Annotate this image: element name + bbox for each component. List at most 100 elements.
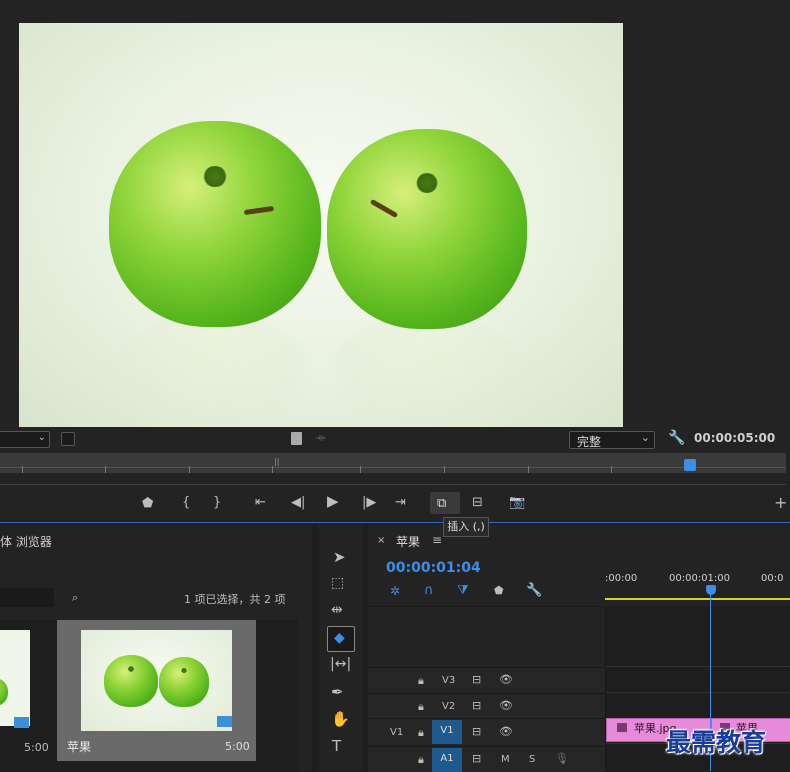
sync-lock-icon[interactable]: ⊟ xyxy=(472,699,481,712)
mark-out-icon[interactable]: } xyxy=(213,496,221,509)
lock-icon[interactable]: 🔒︎ xyxy=(418,753,424,767)
playhead-marker[interactable] xyxy=(684,459,696,471)
sync-lock-icon[interactable]: ⊟ xyxy=(472,752,481,765)
track-target-a1[interactable]: A1 xyxy=(432,748,462,772)
safe-margins-icon[interactable] xyxy=(61,432,75,446)
item-name: 苹果 xyxy=(67,740,92,754)
solo-button[interactable]: S xyxy=(529,754,535,765)
source-track-label[interactable]: V1 xyxy=(390,727,403,738)
overwrite-icon[interactable]: ⊟ xyxy=(472,496,483,509)
track-label: A1 xyxy=(440,753,454,764)
apple-reflection-right xyxy=(327,313,527,427)
export-frame-icon[interactable]: 📷 xyxy=(509,496,525,509)
pen-tool-icon[interactable]: ✒ xyxy=(331,683,344,701)
track-select-icon[interactable]: ⬚ xyxy=(331,575,344,591)
video-frame[interactable] xyxy=(19,23,623,427)
hand-tool-icon[interactable]: ✋ xyxy=(331,710,350,728)
mute-button[interactable]: M xyxy=(501,754,510,765)
track-label: V3 xyxy=(442,675,456,686)
add-marker-icon[interactable]: ⬟ xyxy=(142,497,153,510)
search-input[interactable] xyxy=(0,588,54,607)
playback-resolution-value: 完整 xyxy=(577,435,602,449)
track-a1[interactable]: 🔒︎ A1 ⊟ M S 🎙︎ xyxy=(368,746,605,772)
razor-tool-button[interactable]: ◆ xyxy=(327,626,355,652)
ruler-label: 00:00:01:00 xyxy=(669,573,731,584)
settings-film-icon[interactable] xyxy=(291,432,302,445)
selection-info: 1 项已选择，共 2 项 xyxy=(184,593,286,606)
track-v2[interactable]: 🔒︎ V2 ⊟ 👁︎ xyxy=(368,693,605,718)
lock-icon[interactable]: 🔒︎ xyxy=(418,726,424,740)
panel-menu-icon[interactable]: ≡ xyxy=(432,533,442,547)
tools-panel: ➤ ⬚ ⇹ ◆ |↔| ✒ ✋ T xyxy=(318,524,363,771)
thumbnail-area: 5:00 苹果 5:00 xyxy=(0,620,298,771)
close-icon[interactable]: × xyxy=(377,535,385,546)
image-type-icon xyxy=(217,716,232,727)
apple-left xyxy=(109,121,321,327)
apple-right xyxy=(327,129,527,329)
item-duration: 5:00 xyxy=(24,741,49,754)
mark-in-icon[interactable]: { xyxy=(182,496,190,509)
ripple-edit-icon[interactable]: ⇹ xyxy=(331,602,343,618)
work-area-bar[interactable] xyxy=(605,598,790,600)
duration-timecode: 00:00:05:00 xyxy=(694,431,776,445)
waveform-icon: ⟛ xyxy=(316,431,326,444)
ruler-ticks xyxy=(0,466,786,473)
slip-tool-icon[interactable]: |↔| xyxy=(330,656,351,672)
program-monitor: ⌄ ⟛ 完整 ⌄ 🔧 00:00:05:00 || ⬟ { } ⇤ ◀| ▶ |… xyxy=(0,0,790,537)
add-marker-icon[interactable]: ⬟ xyxy=(494,584,504,597)
watermark: 最需教育 xyxy=(666,728,767,757)
eye-icon[interactable]: 👁︎ xyxy=(499,673,513,686)
eye-icon[interactable]: 👁︎ xyxy=(499,699,513,712)
sync-lock-icon[interactable]: ⊟ xyxy=(472,673,481,686)
step-forward-icon[interactable]: |▶ xyxy=(362,496,376,509)
chevron-down-icon: ⌄ xyxy=(37,432,46,443)
zoom-select[interactable]: ⌄ xyxy=(0,431,50,448)
apple-reflection-left xyxy=(107,313,317,427)
selection-tool-icon[interactable]: ➤ xyxy=(333,548,346,566)
go-to-out-icon[interactable]: ⇥ xyxy=(395,496,406,509)
microphone-icon[interactable]: 🎙︎ xyxy=(555,752,569,765)
panel-title[interactable]: 体 浏览器 xyxy=(0,533,52,550)
track-v1[interactable]: V1 🔒︎ V1 ⊟ 👁︎ xyxy=(368,718,605,745)
linked-selection-icon[interactable]: ∩ xyxy=(424,583,434,598)
insert-button[interactable]: ⧉ xyxy=(430,492,460,514)
playback-resolution-select[interactable]: 完整 ⌄ xyxy=(569,431,655,449)
panel-focus-line xyxy=(0,522,790,523)
sequence-tab[interactable]: 苹果 xyxy=(396,533,420,550)
track-v3[interactable]: 🔒︎ V3 ⊟ 👁︎ xyxy=(368,667,605,692)
thumbnail-image[interactable] xyxy=(0,630,30,726)
project-item-selected[interactable]: 苹果 5:00 xyxy=(57,620,256,761)
chevron-down-icon: ⌄ xyxy=(640,431,650,444)
thumbnail-image xyxy=(81,630,232,731)
razor-icon: ◆ xyxy=(334,630,345,646)
playhead-marker[interactable] xyxy=(706,585,716,595)
insert-overwrite-icon[interactable]: ⧩ xyxy=(457,583,469,598)
image-type-icon xyxy=(14,717,29,728)
snap-icon[interactable]: ✲ xyxy=(390,584,400,598)
track-label: V1 xyxy=(440,725,454,736)
sync-lock-icon[interactable]: ⊟ xyxy=(472,725,481,738)
search-icon[interactable]: ⌕ xyxy=(72,591,78,605)
lock-icon[interactable]: 🔒︎ xyxy=(418,700,424,714)
zoom-bar[interactable] xyxy=(0,484,786,485)
play-icon[interactable]: ▶ xyxy=(327,494,339,509)
lock-icon[interactable]: 🔒︎ xyxy=(418,674,424,688)
go-to-in-icon[interactable]: ⇤ xyxy=(255,496,266,509)
ruler-center-mark: || xyxy=(274,457,280,466)
project-panel: 体 浏览器 ⌕ 1 项已选择，共 2 项 5:00 苹果 5:00 xyxy=(0,524,312,771)
insert-tooltip: 插入 (,) xyxy=(443,517,489,537)
apple-icon xyxy=(0,678,8,706)
timeline-ruler[interactable]: :00:00 00:00:01:00 00:0 xyxy=(605,564,790,602)
empty-track-area xyxy=(368,606,605,667)
type-tool-icon[interactable]: T xyxy=(332,737,341,755)
track-label: V2 xyxy=(442,701,456,712)
step-back-icon[interactable]: ◀| xyxy=(291,496,305,509)
add-button-icon[interactable]: + xyxy=(774,495,787,511)
eye-icon[interactable]: 👁︎ xyxy=(499,725,513,738)
apple-icon xyxy=(104,655,158,707)
ruler-label: :00:00 xyxy=(605,573,638,584)
wrench-icon[interactable]: 🔧 xyxy=(668,430,685,446)
track-target-v1[interactable]: V1 xyxy=(432,720,462,744)
wrench-icon[interactable]: 🔧 xyxy=(526,583,542,598)
playhead-timecode[interactable]: 00:00:01:04 xyxy=(386,560,481,576)
